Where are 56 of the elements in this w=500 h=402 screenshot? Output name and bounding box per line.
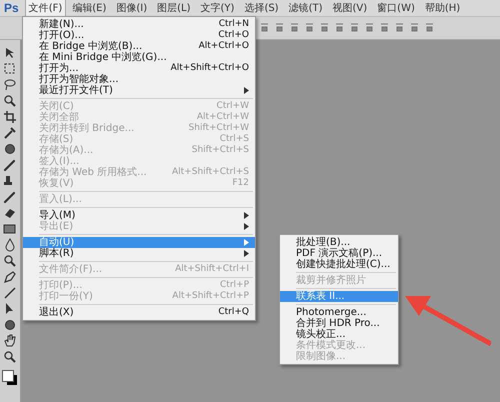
align-icon[interactable] (425, 23, 434, 33)
pen-icon[interactable] (3, 270, 17, 284)
brush-icon[interactable] (3, 190, 17, 204)
menu-item[interactable]: 打开(O)... Ctrl+O (23, 30, 255, 41)
brush-icon[interactable] (3, 158, 17, 172)
rectangle-icon[interactable] (3, 222, 17, 236)
menu-item[interactable]: 最近打开文件(T) (23, 85, 255, 96)
menu-item[interactable]: 在 Mini Bridge 中浏览(G)... (23, 52, 255, 63)
menu-title[interactable]: 图像(I) (112, 0, 152, 17)
menu-item[interactable]: 镜头校正... (280, 329, 398, 340)
menu-item[interactable]: 导入(M) (23, 210, 255, 221)
menu-title[interactable]: 编辑(E) (68, 0, 110, 17)
menu-item[interactable]: 批处理(B)... (280, 237, 398, 248)
menu-title[interactable]: 文件(F) (24, 0, 66, 17)
align-icon[interactable] (380, 23, 389, 33)
app-logo: Ps (3, 1, 20, 15)
align-icon[interactable] (290, 23, 299, 33)
menu-item[interactable]: PDF 演示文稿(P)... (280, 248, 398, 259)
hand-icon[interactable] (3, 334, 17, 348)
menu-item[interactable]: 打开为智能对象... (23, 74, 255, 85)
menu-item[interactable]: 打开为... Alt+Shift+Ctrl+O (23, 63, 255, 74)
circle-icon[interactable] (3, 142, 17, 156)
menu-item[interactable]: 创建快捷批处理(C)... (280, 259, 398, 270)
menu-item[interactable]: 脚本(R) (23, 248, 255, 259)
align-icon[interactable] (395, 23, 404, 33)
lasso-icon[interactable] (3, 78, 17, 92)
menu-title[interactable]: 视图(V) (328, 0, 372, 17)
magnifier-icon[interactable] (3, 94, 17, 108)
menu-title[interactable]: 选择(S) (240, 0, 283, 17)
magnifier-icon[interactable] (3, 254, 17, 268)
align-icon[interactable] (275, 23, 284, 33)
marquee-icon[interactable] (3, 62, 17, 76)
align-icon[interactable] (320, 23, 329, 33)
menu-item[interactable]: 退出(X) Ctrl+Q (23, 307, 255, 318)
align-icon[interactable] (365, 23, 374, 33)
menu-title[interactable]: 文字(Y) (196, 0, 238, 17)
align-icon[interactable] (305, 23, 314, 33)
eraser-icon[interactable] (3, 206, 17, 220)
line-icon[interactable] (3, 286, 17, 300)
drop-icon[interactable] (3, 238, 17, 252)
color-swatch[interactable] (2, 370, 18, 386)
menu-title[interactable]: 图层(L) (153, 0, 195, 17)
crop-icon[interactable] (3, 110, 17, 124)
circle-icon[interactable] (3, 318, 17, 332)
align-icon[interactable] (335, 23, 344, 33)
menu-item[interactable]: 合并到 HDR Pro... (280, 318, 398, 329)
menu-title[interactable]: 滤镜(T) (284, 0, 327, 17)
align-icon[interactable] (410, 23, 419, 33)
magnifier-icon[interactable] (3, 350, 17, 364)
align-icon[interactable] (350, 23, 359, 33)
menu-item[interactable]: Photomerge... (280, 307, 398, 318)
align-icon[interactable] (260, 23, 269, 33)
menu-item[interactable]: 在 Bridge 中浏览(B)... Alt+Ctrl+O (23, 41, 255, 52)
menu-title[interactable]: 窗口(W) (373, 0, 419, 17)
menu-title[interactable]: 帮助(H) (420, 0, 464, 17)
menu-item[interactable]: 新建(N)... Ctrl+N (23, 19, 255, 30)
